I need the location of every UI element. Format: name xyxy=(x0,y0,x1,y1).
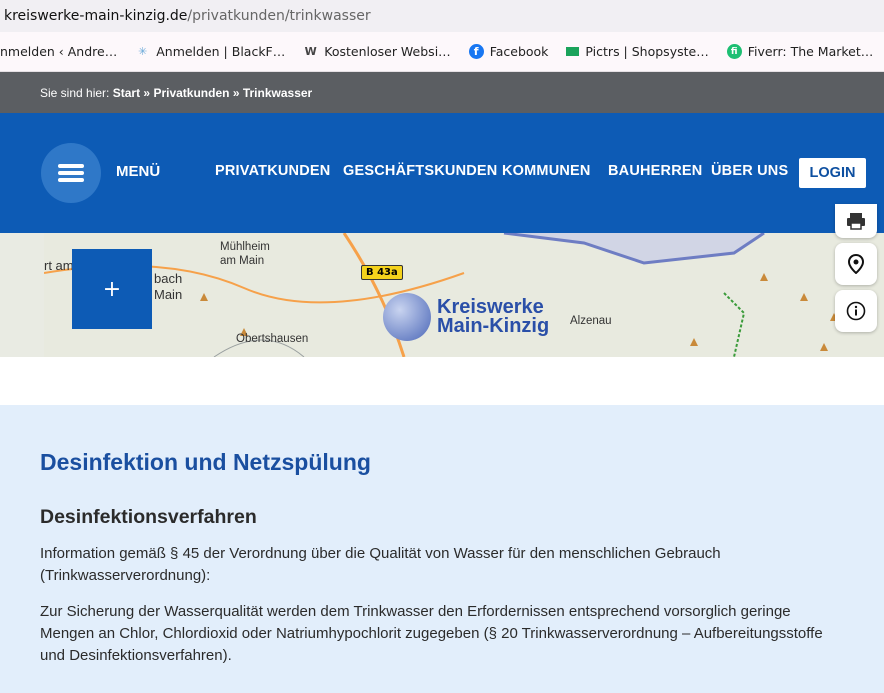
bookmark-item[interactable]: ✳ Anmelden | BlackF… xyxy=(135,44,285,59)
menu-label[interactable]: MENÜ xyxy=(116,163,160,180)
breadcrumb: Sie sind hier: Start » Privatkunden » Tr… xyxy=(0,72,884,113)
fiverr-icon: fi xyxy=(726,44,742,59)
breadcrumb-separator: » xyxy=(232,85,240,100)
content-section: Desinfektion und Netzspülung Desinfektio… xyxy=(0,405,884,693)
map-label: Main xyxy=(154,287,183,302)
map-label: bach xyxy=(154,271,183,286)
nav-geschaeftskunden[interactable]: GESCHÄFTSKUNDEN xyxy=(343,163,497,179)
map-label: Mühlheim xyxy=(220,241,270,253)
nav-ueber-uns[interactable]: ÜBER UNS xyxy=(711,163,788,179)
map-label: Obertshausen xyxy=(236,333,309,345)
print-icon xyxy=(847,213,865,230)
bookmark-label: Pictrs | Shopsyste… xyxy=(585,44,709,59)
bookmark-item[interactable]: fi Fiverr: The Market… xyxy=(726,44,874,59)
location-pin-icon xyxy=(848,254,864,274)
main-nav: MENÜ PRIVATKUNDEN GESCHÄFTSKUNDEN KOMMUN… xyxy=(0,113,884,233)
bookmarks-bar: nmelden ‹ Andre… ✳ Anmelden | BlackF… W … xyxy=(0,32,884,72)
nav-privatkunden[interactable]: PRIVATKUNDEN xyxy=(215,163,330,179)
bookmark-item[interactable]: W Kostenloser Websi… xyxy=(303,44,451,59)
road-badge: B 43a xyxy=(361,265,403,280)
facebook-icon: f xyxy=(468,44,484,59)
side-tools xyxy=(835,204,877,332)
menu-button[interactable] xyxy=(41,143,101,203)
section-heading: Desinfektionsverfahren xyxy=(40,506,257,528)
paragraph: Zur Sicherung der Wasserqualität werden … xyxy=(40,603,823,664)
bookmark-label: Facebook xyxy=(489,44,549,59)
bookmark-item[interactable]: Pictrs | Shopsyste… xyxy=(566,44,709,59)
bookmark-label: Anmelden | BlackF… xyxy=(156,44,286,59)
bookmark-label: Fiverr: The Market… xyxy=(747,44,874,59)
breadcrumb-link-privatkunden[interactable]: Privatkunden xyxy=(153,86,229,100)
breadcrumb-current: Trinkwasser xyxy=(242,85,313,100)
bookmark-item[interactable]: nmelden ‹ Andre… xyxy=(0,44,117,59)
print-button[interactable] xyxy=(835,204,877,238)
info-icon xyxy=(846,301,866,321)
nav-bauherren[interactable]: BAUHERREN xyxy=(608,163,702,179)
logo-line2: Main-Kinzig xyxy=(437,315,550,337)
info-button[interactable] xyxy=(835,290,877,332)
logo: Kreiswerke Main-Kinzig xyxy=(383,293,549,341)
logo-mark xyxy=(383,293,431,341)
bookmark-label: Kostenloser Websi… xyxy=(324,44,451,59)
weebly-icon: W xyxy=(304,45,317,58)
map-label: rt am xyxy=(44,258,74,273)
page-title: Desinfektion und Netzspülung xyxy=(40,449,371,475)
breadcrumb-link-start[interactable]: Start xyxy=(113,86,140,100)
url-path: /privatkunden/trinkwasser xyxy=(187,8,371,24)
location-button[interactable] xyxy=(835,243,877,285)
breadcrumb-prefix: Sie sind hier: xyxy=(40,85,110,100)
map-label: Alzenau xyxy=(570,315,612,327)
url-bar[interactable]: kreiswerke-main-kinzig.de/privatkunden/t… xyxy=(0,0,884,32)
paragraph: Information gemäß § 45 der Verordnung üb… xyxy=(40,545,721,584)
hamburger-icon xyxy=(58,161,84,185)
nav-kommunen[interactable]: KOMMUNEN xyxy=(502,163,591,179)
bookmark-label: nmelden ‹ Andre… xyxy=(0,44,118,59)
spinner-icon: ✳ xyxy=(138,45,148,58)
zoom-in-button[interactable]: + xyxy=(72,249,152,329)
pictrs-icon xyxy=(566,47,580,56)
map-label: am Main xyxy=(220,255,265,267)
bookmark-item[interactable]: f Facebook xyxy=(468,44,549,59)
breadcrumb-separator: » xyxy=(143,85,151,100)
login-button[interactable]: LOGIN xyxy=(799,158,866,188)
url-host: kreiswerke-main-kinzig.de xyxy=(4,8,188,24)
